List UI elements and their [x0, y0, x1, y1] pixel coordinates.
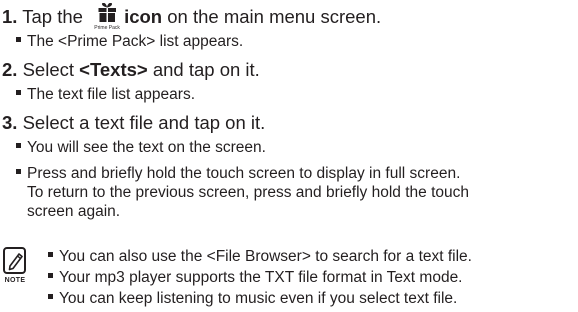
bullet-icon — [48, 252, 53, 258]
step-text: Select a text file and tap on it. — [17, 112, 266, 133]
step-2: 2. Select <Texts> and tap on it. — [2, 59, 260, 81]
step-3: 3. Select a text file and tap on it. — [2, 112, 265, 134]
step-text-after: on the main menu screen. — [162, 6, 382, 27]
list-item: Press and briefly hold the touch screen … — [16, 164, 469, 221]
bullet-icon — [16, 37, 21, 43]
step-bold-text: <Texts> — [79, 59, 148, 80]
bullet-icon — [16, 90, 21, 96]
step-number: 2. — [2, 59, 18, 80]
list-item: The text file list appears. — [16, 85, 195, 104]
step-text: Tap the — [17, 6, 89, 27]
step-number: 3. — [2, 112, 18, 133]
list-item-continuation: screen again. — [27, 203, 121, 220]
note-pencil-icon — [3, 247, 26, 274]
step-text: Select — [17, 59, 80, 80]
icon-caption: Prime Pack — [94, 25, 120, 31]
list-item: You can keep listening to music even if … — [48, 289, 457, 308]
list-item: You will see the text on the screen. — [16, 138, 266, 157]
gift-box-icon — [98, 3, 117, 22]
step-number: 1. — [2, 6, 18, 27]
list-item-continuation: To return to the previous screen, press … — [27, 184, 469, 201]
list-item: You can also use the <File Browser> to s… — [48, 247, 472, 266]
step-1: 1. Tap the Prime Pack icon on the main me… — [2, 3, 382, 32]
bullet-icon — [16, 169, 21, 175]
list-item: The <Prime Pack> list appears. — [16, 32, 243, 51]
bullet-icon — [48, 273, 53, 279]
prime-pack-icon: Prime Pack — [92, 3, 122, 32]
note-badge: NOTE — [2, 246, 28, 290]
step-text-after: and tap on it. — [147, 59, 260, 80]
bullet-icon — [16, 143, 21, 149]
step-bold-text: icon — [124, 6, 163, 27]
note-label: NOTE — [4, 277, 26, 284]
bullet-icon — [48, 294, 53, 300]
list-item: Your mp3 player supports the TXT file fo… — [48, 268, 463, 287]
